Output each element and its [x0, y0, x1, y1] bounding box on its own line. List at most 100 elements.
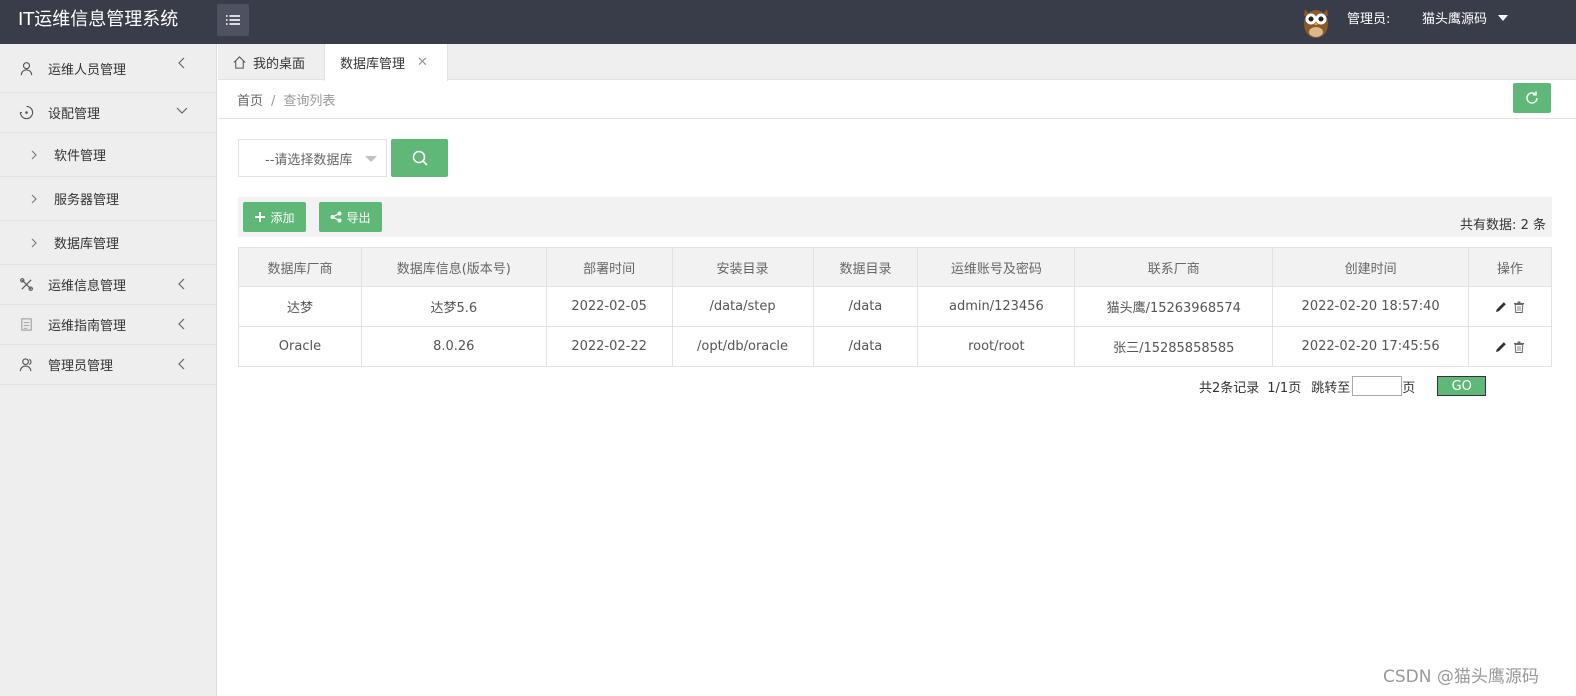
menu-toggle-button[interactable]	[217, 4, 249, 36]
refresh-button[interactable]	[1513, 83, 1551, 113]
close-icon[interactable]: ✕	[417, 55, 428, 70]
column-header: 数据库信息(版本号)	[360, 247, 547, 287]
sidebar-item-ops-info[interactable]: 运维信息管理	[0, 265, 216, 305]
menu-icon	[226, 15, 240, 25]
database-select[interactable]: --请选择数据库	[238, 139, 387, 177]
column-header: 数据目录	[812, 247, 919, 287]
column-header: 创建时间	[1272, 247, 1469, 287]
total-label: 共有数据:	[1460, 218, 1517, 233]
sidebar-subitem-software[interactable]: 软件管理	[0, 133, 216, 177]
pagination-pages: 1/1页	[1267, 380, 1302, 396]
top-header: IT运维信息管理系统 管理员: 猫头鹰源码	[0, 0, 1576, 44]
tab-bar: 我的桌面 数据库管理 ✕	[218, 44, 1576, 81]
column-header: 部署时间	[545, 247, 673, 287]
admin-name-dropdown[interactable]: 猫头鹰源码	[1422, 0, 1487, 40]
export-button[interactable]: 导出	[319, 202, 382, 232]
plus-icon	[255, 212, 266, 222]
app-title: IT运维信息管理系统	[18, 9, 179, 30]
sidebar-item-label: 运维人员管理	[48, 62, 127, 78]
chevron-left-icon	[178, 278, 185, 290]
table-cell: 2022-02-05	[545, 286, 673, 327]
total-unit: 条	[1532, 218, 1546, 233]
tab-desktop[interactable]: 我的桌面	[218, 44, 324, 80]
database-table: 数据库厂商 数据库信息(版本号) 部署时间 安装目录 数据目录 运维账号及密码 …	[238, 247, 1552, 367]
trash-icon[interactable]	[1513, 341, 1525, 353]
column-header: 操作	[1468, 247, 1552, 287]
breadcrumb-current: 查询列表	[283, 94, 336, 109]
database-select-value: --请选择数据库	[265, 152, 353, 168]
table-cell: 张三/15285858585	[1074, 326, 1274, 367]
table-cell: 达梦5.6	[360, 286, 547, 327]
column-header: 安装目录	[671, 247, 814, 287]
table-cell: 2022-02-20 17:45:56	[1272, 326, 1469, 367]
table-cell: root/root	[917, 326, 1076, 367]
sidebar-item-label: 管理员管理	[48, 359, 114, 374]
owl-avatar[interactable]	[1300, 3, 1332, 39]
chevron-right-icon	[31, 150, 37, 159]
table-toolbar: 添加 导出 共有数据: 2 条	[238, 197, 1552, 237]
sidebar-subitem-label: 服务器管理	[54, 193, 120, 208]
watermark: CSDN @猫头鹰源码	[1383, 667, 1539, 687]
sidebar-item-devices[interactable]: 设配管理	[0, 93, 216, 133]
table-row: 达梦 达梦5.6 2022-02-05 /data/step /data adm…	[238, 286, 1552, 327]
page-number-input[interactable]	[1352, 376, 1403, 396]
trash-icon[interactable]	[1513, 301, 1525, 313]
table-row: Oracle 8.0.26 2022-02-22 /opt/db/oracle …	[238, 326, 1552, 367]
edit-icon[interactable]	[1495, 301, 1507, 313]
tools-icon	[18, 277, 34, 293]
search-icon	[412, 150, 428, 166]
tab-database-management[interactable]: 数据库管理 ✕	[324, 44, 448, 81]
breadcrumb-home[interactable]: 首页	[237, 94, 263, 109]
sidebar-item-label: 设配管理	[48, 107, 101, 122]
breadcrumb: 首页 / 查询列表	[237, 90, 335, 109]
admin-label: 管理员:	[1347, 12, 1391, 27]
table-cell: /data	[812, 326, 919, 367]
table-cell: 8.0.26	[360, 326, 547, 367]
user-icon	[18, 60, 34, 76]
sidebar-subitem-label: 软件管理	[54, 149, 107, 164]
column-header: 运维账号及密码	[917, 247, 1076, 287]
chevron-right-icon	[31, 238, 37, 247]
column-header: 数据库厂商	[238, 247, 362, 287]
sidebar-item-staff[interactable]: 运维人员管理	[0, 44, 216, 93]
table-cell: admin/123456	[917, 286, 1076, 327]
sidebar: 运维人员管理 设配管理 软件管理 服务器管理 数据库管理 运维信息管理 运维指南…	[0, 44, 217, 696]
breadcrumb-separator: /	[271, 94, 276, 109]
table-cell: /data/step	[671, 286, 814, 327]
tab-label: 数据库管理	[340, 57, 406, 72]
target-icon	[18, 105, 34, 121]
table-cell: 2022-02-20 18:57:40	[1272, 286, 1469, 327]
sidebar-subitem-server[interactable]: 服务器管理	[0, 177, 216, 221]
caret-down-icon	[365, 156, 377, 162]
total-count: 2	[1520, 218, 1529, 233]
chevron-left-icon	[178, 358, 185, 370]
sidebar-item-label: 运维指南管理	[48, 319, 127, 334]
sidebar-item-label: 运维信息管理	[48, 279, 127, 294]
chevron-right-icon	[31, 194, 37, 203]
total-data-count: 共有数据: 2 条	[1460, 214, 1546, 233]
chevron-left-icon	[178, 57, 185, 69]
users-icon	[18, 357, 34, 373]
pagination-jump-label: 跳转至	[1311, 380, 1351, 396]
search-button[interactable]	[391, 139, 448, 177]
sidebar-item-ops-guide[interactable]: 运维指南管理	[0, 305, 216, 345]
table-cell: Oracle	[238, 326, 362, 367]
edit-icon[interactable]	[1495, 341, 1507, 353]
column-header: 联系厂商	[1074, 247, 1274, 287]
go-button[interactable]: GO	[1437, 376, 1487, 396]
home-icon	[233, 55, 246, 69]
export-button-label: 导出	[346, 210, 371, 225]
caret-down-icon[interactable]	[1498, 15, 1508, 21]
tab-label: 我的桌面	[253, 56, 306, 72]
chevron-down-icon	[176, 107, 188, 114]
table-cell: 猫头鹰/15263968574	[1074, 286, 1274, 327]
add-button[interactable]: 添加	[243, 202, 306, 232]
sidebar-subitem-database[interactable]: 数据库管理	[0, 221, 216, 265]
sidebar-subitem-label: 数据库管理	[54, 237, 120, 252]
table-cell: /data	[812, 286, 919, 327]
actions-cell	[1468, 286, 1552, 327]
actions-cell	[1468, 326, 1552, 367]
pagination: 共2条记录 1/1页 跳转至 页 GO	[1199, 375, 1487, 397]
table-cell: /opt/db/oracle	[671, 326, 814, 367]
sidebar-item-admins[interactable]: 管理员管理	[0, 345, 216, 385]
